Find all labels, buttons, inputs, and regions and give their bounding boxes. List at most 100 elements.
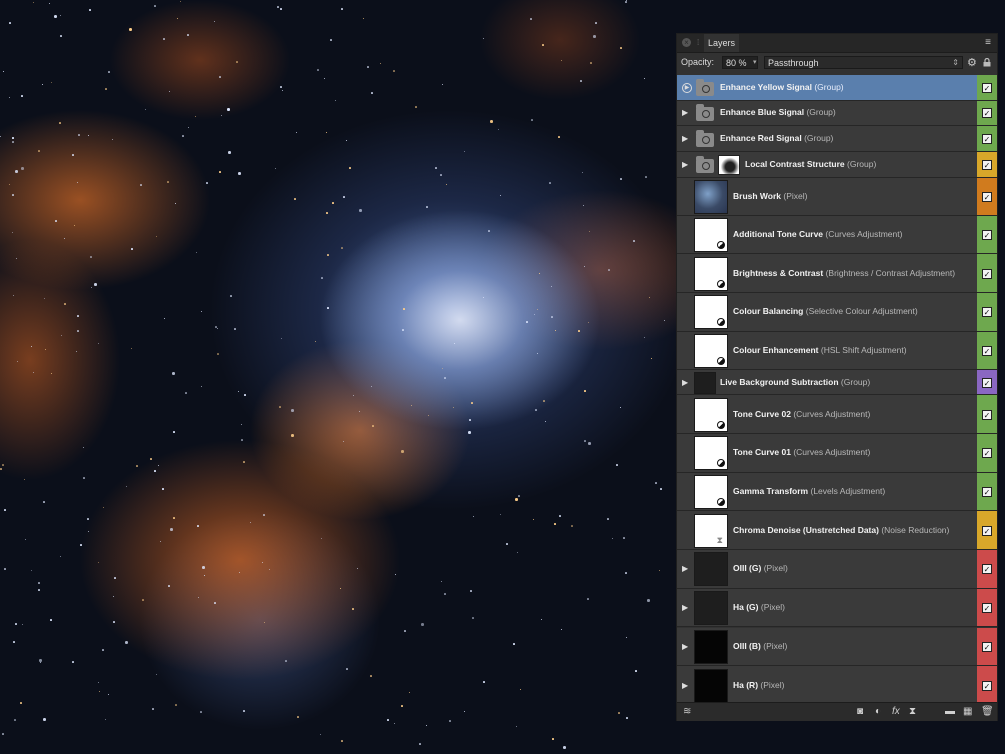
layer-title: Gamma Transform [733,486,809,497]
pixel-layer-icon[interactable]: ▦ [963,706,972,717]
layer-row[interactable]: ▶ Enhance Blue Signal (Group) ✓ [677,100,997,126]
layer-name: Ha (G) (Pixel) [733,602,785,612]
layer-title: Chroma Denoise (Unstretched Data) [733,524,879,535]
star [551,286,552,287]
visibility-checkbox[interactable]: ✓ [982,377,992,388]
expand-arrow-icon[interactable]: ▶ [682,160,689,169]
layer-type: (Pixel) [760,679,785,690]
mask-icon[interactable]: ◙ [857,706,863,717]
visibility-checkbox[interactable]: ✓ [982,448,992,459]
layer-row[interactable]: ▶ Enhance Red Signal (Group) ✓ [677,126,997,152]
layer-row[interactable]: ▶ OIII (B) (Pixel) ✓ [677,627,997,667]
close-icon[interactable]: × [682,38,691,47]
layer-title: Brush Work [733,190,782,201]
layer-row[interactable]: Colour Balancing (Selective Colour Adjus… [677,292,997,332]
star [321,538,322,539]
layer-row[interactable]: Brush Work (Pixel) ✓ [677,177,997,216]
star [426,725,427,726]
layer-row[interactable]: Colour Enhancement (HSL Shift Adjustment… [677,331,997,371]
expand-arrow-icon[interactable]: ▶ [682,681,689,690]
layer-row[interactable]: ▶ Ha (G) (Pixel) ✓ [677,588,997,628]
visibility-checkbox[interactable]: ✓ [982,345,992,356]
live-filter-icon[interactable]: ⧗ [909,706,916,717]
star [401,450,404,453]
visibility-checkbox[interactable]: ✓ [982,307,992,318]
layer-row[interactable]: ▶ OIII (G) (Pixel) ✓ [677,550,997,589]
star [469,419,471,421]
layer-row[interactable]: Additional Tone Curve (Curves Adjustment… [677,215,997,255]
star [77,315,79,317]
visibility-checkbox[interactable]: ✓ [982,487,992,498]
visibility-checkbox[interactable]: ✓ [982,82,992,93]
star [206,182,208,184]
expand-arrow-icon[interactable]: ▶ [682,564,689,573]
visibility-checkbox[interactable]: ✓ [982,191,992,202]
expand-arrow-icon[interactable]: ▶ [682,642,689,651]
layer-row[interactable]: Gamma Transform (Levels Adjustment) ✓ [677,472,997,512]
star [531,119,533,121]
visibility-checkbox[interactable]: ✓ [982,133,992,144]
visibility-checkbox[interactable]: ✓ [982,525,992,536]
layer-row[interactable]: Tone Curve 01 (Curves Adjustment) ✓ [677,434,997,473]
expand-arrow-icon[interactable]: ▶ [682,82,692,93]
star [294,198,296,200]
visibility-checkbox[interactable]: ✓ [982,409,992,420]
visibility-checkbox[interactable]: ✓ [982,268,992,279]
expand-arrow-icon[interactable]: ▶ [682,378,689,387]
fx-icon[interactable]: fx [892,706,900,717]
layer-row[interactable]: ▶ Live Background Subtraction (Group) ✓ [677,370,997,396]
layer-title: Ha (G) [733,602,759,613]
layer-row[interactable]: Brightness & Contrast (Brightness / Cont… [677,254,997,293]
star [221,115,222,116]
star [607,518,609,520]
visibility-checkbox[interactable]: ✓ [982,564,992,575]
expand-arrow-icon[interactable]: ▶ [682,134,689,143]
chevron-down-icon[interactable]: ▾ [753,58,757,66]
opacity-label: Opacity: [681,57,715,67]
layer-title: Enhance Red Signal [720,132,802,143]
visibility-checkbox[interactable]: ✓ [982,108,992,119]
star [555,330,556,331]
layer-title: OIII (G) [733,563,762,574]
layer-title: Tone Curve 02 [733,408,791,419]
folder-icon[interactable]: ▬ [945,706,955,717]
star [88,531,89,532]
layer-name: OIII (B) (Pixel) [733,641,787,651]
star [142,599,144,601]
layer-title: Brightness & Contrast [733,267,824,278]
layer-row[interactable]: Tone Curve 02 (Curves Adjustment) ✓ [677,395,997,434]
gear-icon[interactable]: ⚙ [967,56,977,69]
tab-layers[interactable]: Layers [704,34,740,52]
layer-row[interactable]: ▶ Enhance Yellow Signal (Group) ✓ [677,75,997,101]
visibility-checkbox[interactable]: ✓ [982,159,992,170]
grip-icon[interactable]: ⁞ [697,39,702,47]
layers-stack-icon[interactable]: ≋ [683,706,691,717]
adjustment-badge-icon [717,420,725,429]
lock-icon[interactable] [983,58,991,67]
layer-row[interactable]: ⧗ Chroma Denoise (Unstretched Data) (Nois… [677,511,997,551]
expand-arrow-icon[interactable]: ▶ [682,603,689,612]
star [145,109,146,110]
star [214,21,215,22]
star [332,202,334,204]
star [21,95,23,97]
panel-menu-icon[interactable]: ≡ [985,37,991,48]
layer-row[interactable]: ▶ Local Contrast Structure (Group) ✓ [677,151,997,178]
expand-arrow-icon[interactable]: ▶ [682,108,689,117]
blend-mode-select[interactable]: Passthrough ⇕ [764,56,963,69]
adjustment-icon[interactable]: ◐ [875,706,881,717]
layer-row[interactable]: ▶ Ha (R) (Pixel) ✓ [677,666,997,705]
star [561,60,562,61]
star [584,390,586,392]
star [169,91,170,92]
star [583,205,584,206]
visibility-checkbox[interactable]: ✓ [982,229,992,240]
star [204,575,205,576]
visibility-checkbox[interactable]: ✓ [982,680,992,691]
visibility-checkbox[interactable]: ✓ [982,603,992,614]
star [250,522,251,523]
trash-icon[interactable]: 🗑 [981,706,994,717]
visibility-checkbox[interactable]: ✓ [982,641,992,652]
star [241,424,242,425]
layer-name: Colour Balancing (Selective Colour Adjus… [733,306,918,316]
